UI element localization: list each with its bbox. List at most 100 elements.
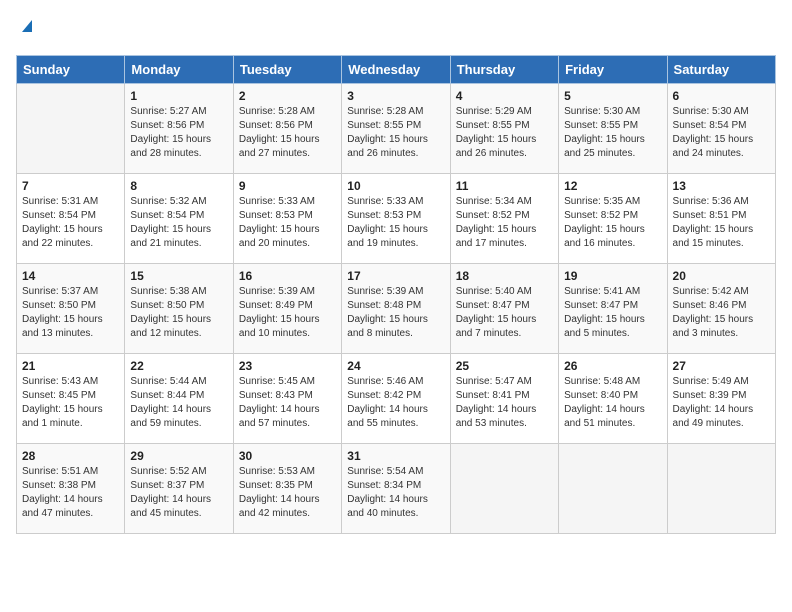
day-info: Sunrise: 5:28 AMSunset: 8:56 PMDaylight:… — [239, 105, 336, 161]
day-number: 7 — [22, 179, 119, 193]
calendar-cell: 24 Sunrise: 5:46 AMSunset: 8:42 PMDayligh… — [342, 354, 450, 444]
day-number: 26 — [564, 359, 661, 373]
calendar-cell — [559, 444, 667, 534]
calendar-cell: 23 Sunrise: 5:45 AMSunset: 8:43 PMDayligh… — [233, 354, 341, 444]
day-info: Sunrise: 5:35 AMSunset: 8:52 PMDaylight:… — [564, 195, 661, 251]
col-header-wednesday: Wednesday — [342, 56, 450, 84]
calendar-cell: 10Sunrise: 5:33 AMSunset: 8:53 PMDayligh… — [342, 174, 450, 264]
day-info: Sunrise: 5:33 AMSunset: 8:53 PMDaylight:… — [239, 195, 336, 251]
day-number: 24 — [347, 359, 444, 373]
col-header-sunday: Sunday — [17, 56, 125, 84]
week-row-1: 1 Sunrise: 5:27 AMSunset: 8:56 PMDaylight… — [17, 84, 776, 174]
day-number: 11 — [456, 179, 553, 193]
day-number: 31 — [347, 449, 444, 463]
calendar-cell: 4 Sunrise: 5:29 AMSunset: 8:55 PMDaylight… — [450, 84, 558, 174]
day-number: 2 — [239, 89, 336, 103]
day-info: Sunrise: 5:47 AMSunset: 8:41 PMDaylight:… — [456, 375, 553, 431]
calendar-cell: 17Sunrise: 5:39 AMSunset: 8:48 PMDayligh… — [342, 264, 450, 354]
day-info: Sunrise: 5:44 AMSunset: 8:44 PMDaylight:… — [130, 375, 227, 431]
calendar-cell: 14Sunrise: 5:37 AMSunset: 8:50 PMDayligh… — [17, 264, 125, 354]
day-info: Sunrise: 5:43 AMSunset: 8:45 PMDaylight:… — [22, 375, 119, 431]
day-number: 22 — [130, 359, 227, 373]
calendar-cell: 16 Sunrise: 5:39 AMSunset: 8:49 PMDayligh… — [233, 264, 341, 354]
day-info: Sunrise: 5:48 AMSunset: 8:40 PMDaylight:… — [564, 375, 661, 431]
calendar-cell: 13Sunrise: 5:36 AMSunset: 8:51 PMDayligh… — [667, 174, 775, 264]
calendar-cell: 11 Sunrise: 5:34 AMSunset: 8:52 PMDayligh… — [450, 174, 558, 264]
day-info: Sunrise: 5:36 AMSunset: 8:51 PMDaylight:… — [673, 195, 770, 251]
day-number: 23 — [239, 359, 336, 373]
day-info: Sunrise: 5:45 AMSunset: 8:43 PMDaylight:… — [239, 375, 336, 431]
calendar-cell: 1 Sunrise: 5:27 AMSunset: 8:56 PMDaylight… — [125, 84, 233, 174]
calendar-table: SundayMondayTuesdayWednesdayThursdayFrid… — [16, 55, 776, 534]
day-info: Sunrise: 5:54 AMSunset: 8:34 PMDaylight:… — [347, 465, 444, 521]
week-row-3: 14Sunrise: 5:37 AMSunset: 8:50 PMDayligh… — [17, 264, 776, 354]
logo — [16, 16, 36, 47]
day-number: 28 — [22, 449, 119, 463]
calendar-cell: 21 Sunrise: 5:43 AMSunset: 8:45 PMDayligh… — [17, 354, 125, 444]
calendar-cell: 30 Sunrise: 5:53 AMSunset: 8:35 PMDayligh… — [233, 444, 341, 534]
day-info: Sunrise: 5:41 AMSunset: 8:47 PMDaylight:… — [564, 285, 661, 341]
calendar-cell: 20Sunrise: 5:42 AMSunset: 8:46 PMDayligh… — [667, 264, 775, 354]
calendar-cell: 26 Sunrise: 5:48 AMSunset: 8:40 PMDayligh… — [559, 354, 667, 444]
day-info: Sunrise: 5:53 AMSunset: 8:35 PMDaylight:… — [239, 465, 336, 521]
calendar-cell: 28 Sunrise: 5:51 AMSunset: 8:38 PMDayligh… — [17, 444, 125, 534]
day-number: 15 — [130, 269, 227, 283]
calendar-cell: 2 Sunrise: 5:28 AMSunset: 8:56 PMDaylight… — [233, 84, 341, 174]
day-info: Sunrise: 5:46 AMSunset: 8:42 PMDaylight:… — [347, 375, 444, 431]
day-info: Sunrise: 5:29 AMSunset: 8:55 PMDaylight:… — [456, 105, 553, 161]
day-info: Sunrise: 5:30 AMSunset: 8:55 PMDaylight:… — [564, 105, 661, 161]
day-info: Sunrise: 5:32 AMSunset: 8:54 PMDaylight:… — [130, 195, 227, 251]
day-info: Sunrise: 5:28 AMSunset: 8:55 PMDaylight:… — [347, 105, 444, 161]
col-header-saturday: Saturday — [667, 56, 775, 84]
col-header-tuesday: Tuesday — [233, 56, 341, 84]
day-number: 12 — [564, 179, 661, 193]
calendar-cell — [17, 84, 125, 174]
day-number: 4 — [456, 89, 553, 103]
calendar-cell: 15 Sunrise: 5:38 AMSunset: 8:50 PMDayligh… — [125, 264, 233, 354]
calendar-cell: 25 Sunrise: 5:47 AMSunset: 8:41 PMDayligh… — [450, 354, 558, 444]
day-info: Sunrise: 5:31 AMSunset: 8:54 PMDaylight:… — [22, 195, 119, 251]
calendar-cell: 19 Sunrise: 5:41 AMSunset: 8:47 PMDayligh… — [559, 264, 667, 354]
day-number: 21 — [22, 359, 119, 373]
calendar-cell: 6 Sunrise: 5:30 AMSunset: 8:54 PMDaylight… — [667, 84, 775, 174]
day-info: Sunrise: 5:42 AMSunset: 8:46 PMDaylight:… — [673, 285, 770, 341]
logo-triangle-icon — [18, 16, 36, 34]
day-number: 6 — [673, 89, 770, 103]
day-number: 25 — [456, 359, 553, 373]
day-info: Sunrise: 5:34 AMSunset: 8:52 PMDaylight:… — [456, 195, 553, 251]
day-number: 3 — [347, 89, 444, 103]
day-number: 1 — [130, 89, 227, 103]
day-info: Sunrise: 5:51 AMSunset: 8:38 PMDaylight:… — [22, 465, 119, 521]
day-number: 27 — [673, 359, 770, 373]
day-number: 29 — [130, 449, 227, 463]
calendar-cell: 29 Sunrise: 5:52 AMSunset: 8:37 PMDayligh… — [125, 444, 233, 534]
col-header-friday: Friday — [559, 56, 667, 84]
day-info: Sunrise: 5:27 AMSunset: 8:56 PMDaylight:… — [130, 105, 227, 161]
calendar-cell: 31 Sunrise: 5:54 AMSunset: 8:34 PMDayligh… — [342, 444, 450, 534]
day-info: Sunrise: 5:49 AMSunset: 8:39 PMDaylight:… — [673, 375, 770, 431]
day-number: 30 — [239, 449, 336, 463]
col-header-thursday: Thursday — [450, 56, 558, 84]
calendar-cell: 12 Sunrise: 5:35 AMSunset: 8:52 PMDayligh… — [559, 174, 667, 264]
day-info: Sunrise: 5:39 AMSunset: 8:48 PMDaylight:… — [347, 285, 444, 341]
day-info: Sunrise: 5:39 AMSunset: 8:49 PMDaylight:… — [239, 285, 336, 341]
day-number: 19 — [564, 269, 661, 283]
week-row-5: 28 Sunrise: 5:51 AMSunset: 8:38 PMDayligh… — [17, 444, 776, 534]
day-number: 16 — [239, 269, 336, 283]
calendar-cell — [667, 444, 775, 534]
day-info: Sunrise: 5:52 AMSunset: 8:37 PMDaylight:… — [130, 465, 227, 521]
calendar-cell: 3 Sunrise: 5:28 AMSunset: 8:55 PMDaylight… — [342, 84, 450, 174]
week-row-4: 21 Sunrise: 5:43 AMSunset: 8:45 PMDayligh… — [17, 354, 776, 444]
day-number: 9 — [239, 179, 336, 193]
calendar-cell: 8Sunrise: 5:32 AMSunset: 8:54 PMDaylight… — [125, 174, 233, 264]
calendar-cell: 22 Sunrise: 5:44 AMSunset: 8:44 PMDayligh… — [125, 354, 233, 444]
calendar-cell: 18Sunrise: 5:40 AMSunset: 8:47 PMDayligh… — [450, 264, 558, 354]
calendar-cell: 7 Sunrise: 5:31 AMSunset: 8:54 PMDaylight… — [17, 174, 125, 264]
day-info: Sunrise: 5:40 AMSunset: 8:47 PMDaylight:… — [456, 285, 553, 341]
day-number: 14 — [22, 269, 119, 283]
col-header-monday: Monday — [125, 56, 233, 84]
calendar-cell: 5Sunrise: 5:30 AMSunset: 8:55 PMDaylight… — [559, 84, 667, 174]
day-number: 10 — [347, 179, 444, 193]
day-info: Sunrise: 5:30 AMSunset: 8:54 PMDaylight:… — [673, 105, 770, 161]
day-info: Sunrise: 5:38 AMSunset: 8:50 PMDaylight:… — [130, 285, 227, 341]
